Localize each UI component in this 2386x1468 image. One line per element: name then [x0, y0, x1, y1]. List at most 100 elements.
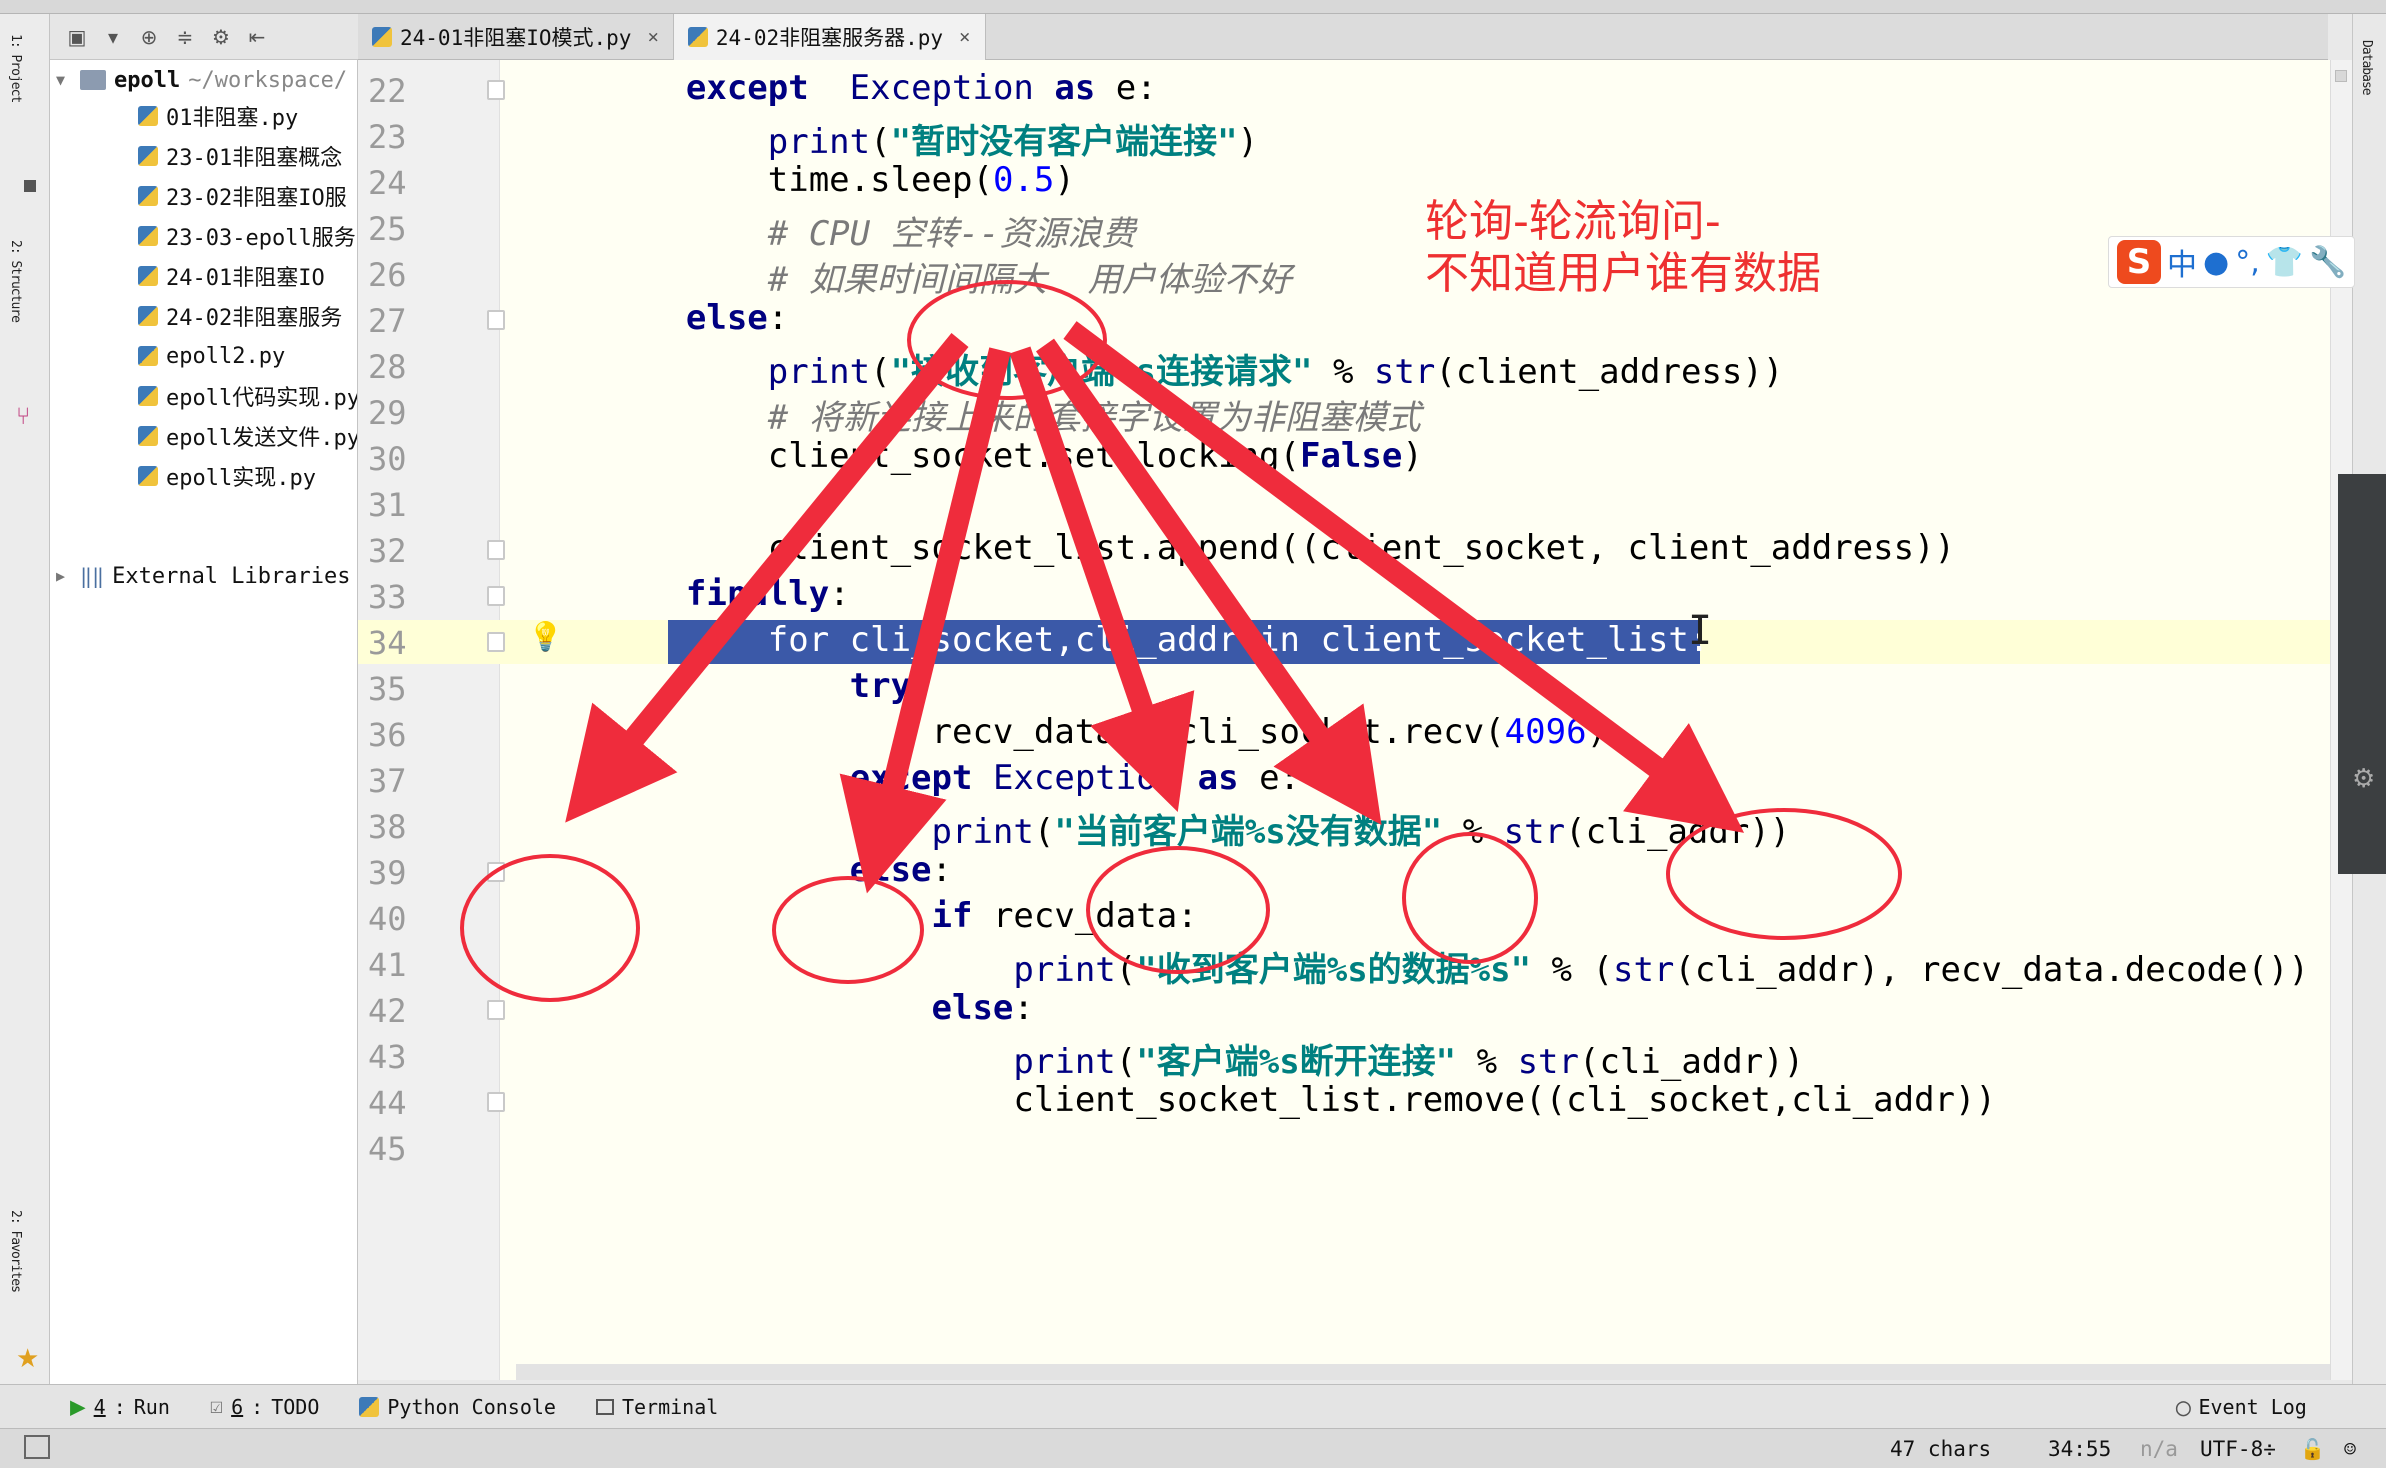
punctuation-icon[interactable]: °,	[2235, 245, 2260, 280]
code-token: except	[849, 758, 973, 798]
tree-file-item[interactable]: 24-02非阻塞服务	[138, 298, 342, 334]
annotation-text: 轮询-轮流询问- 不知道用户谁有数据	[1425, 196, 1821, 300]
horizontal-scrollbar[interactable]	[516, 1364, 2330, 1380]
line-number: 27	[368, 302, 407, 340]
line-number: 37	[368, 762, 407, 800]
fold-marker-icon[interactable]	[487, 632, 505, 652]
text-cursor-icon: I	[1688, 608, 1713, 654]
terminal-button[interactable]: Terminal	[595, 1394, 719, 1419]
gear-icon[interactable]: ⚙	[210, 26, 232, 48]
tree-file-item[interactable]: 24-01非阻塞IO	[138, 258, 325, 294]
file-name: 01非阻塞.py	[166, 106, 299, 131]
code-token: "收到客户端%s的数据%s"	[1136, 950, 1532, 990]
run-tool-button[interactable]: ▶ 4: Run	[70, 1392, 170, 1422]
external-label: External Libraries	[112, 563, 351, 589]
tree-file-item[interactable]: 01非阻塞.py	[138, 98, 298, 134]
code-line: recv_data = cli_socket.recv(4096)	[604, 712, 1608, 758]
code-line: print("接收到客户端%s连接请求" % str(client_addres…	[604, 344, 1784, 392]
line-number: 39	[368, 854, 407, 892]
fold-marker-icon[interactable]	[487, 310, 505, 330]
tab-file-2[interactable]: 24-02非阻塞服务器.py ×	[673, 14, 986, 60]
tree-file-item[interactable]: epoll实现.py	[138, 458, 316, 494]
expand-icon[interactable]: ▼	[56, 71, 72, 89]
code-line: client_socket_list.remove((cli_socket,cl…	[604, 1080, 1996, 1126]
terminal-label: Terminal	[621, 1394, 719, 1419]
settings-wrench-icon[interactable]: 🔧	[2309, 245, 2346, 280]
project-toolbar: ▣ ▾ ⊕ ≑ ⚙ ⇤	[50, 14, 358, 60]
library-icon: ‖‖	[80, 564, 105, 588]
fold-marker-icon[interactable]	[487, 540, 505, 560]
python-file-icon	[138, 186, 158, 206]
tree-external-libraries[interactable]: ▶ ‖‖ External Libraries	[56, 558, 351, 594]
code-line: else:	[604, 850, 952, 896]
chinese-mode-icon[interactable]: 中	[2167, 240, 2197, 284]
locate-icon[interactable]: ⊕	[138, 26, 160, 48]
code-token: str	[1503, 812, 1566, 852]
lightbulb-icon[interactable]: 💡	[528, 620, 563, 653]
file-encoding[interactable]: UTF-8÷	[2200, 1437, 2276, 1461]
fold-marker-icon[interactable]	[487, 1092, 505, 1112]
event-log-button[interactable]: ◯ Event Log	[2176, 1393, 2307, 1421]
fold-marker-icon[interactable]	[487, 80, 505, 100]
code-token: print	[931, 812, 1034, 852]
lock-icon[interactable]: 🔓	[2300, 1437, 2325, 1461]
python-file-icon	[138, 426, 158, 446]
code-line: client_socket_list.append((client_socket…	[604, 528, 1955, 574]
code-token: :	[1013, 988, 1034, 1028]
project-tool-label[interactable]: 1: Project	[8, 34, 23, 102]
dropdown-icon[interactable]: ▾	[102, 26, 124, 48]
half-width-icon[interactable]: ●	[2203, 245, 2229, 280]
status-toggle-icon[interactable]	[24, 1435, 50, 1459]
tree-file-item[interactable]: epoll发送文件.py	[138, 418, 357, 454]
code-token: % (	[1531, 950, 1613, 990]
run-icon: ▶	[70, 1391, 86, 1422]
python-console-button[interactable]: Python Console	[359, 1395, 556, 1419]
collapse-icon[interactable]	[24, 180, 36, 192]
code-token: print	[767, 122, 871, 162]
tree-file-item[interactable]: epoll2.py	[138, 338, 285, 374]
project-view-icon[interactable]: ▣	[66, 26, 88, 48]
tree-file-item[interactable]: epoll代码实现.py	[138, 378, 357, 414]
favorites-tool-label[interactable]: 2: Favorites	[8, 1210, 23, 1292]
expand-icon[interactable]: ▶	[56, 567, 72, 585]
fold-marker-icon[interactable]	[487, 862, 505, 882]
tree-file-item[interactable]: 23-03-epoll服务	[138, 218, 356, 254]
cursor-position[interactable]: 34:55	[2048, 1437, 2111, 1461]
code-token: :	[931, 850, 953, 890]
line-number: 29	[368, 394, 407, 432]
folder-icon	[80, 70, 106, 90]
tree-file-item[interactable]: 23-02非阻塞IO服	[138, 178, 347, 214]
skin-icon[interactable]: 👕	[2266, 245, 2303, 280]
code-token: # 如果时间间隔大 用户体验不好	[767, 260, 1292, 300]
todo-tool-button[interactable]: ☑ 6: TODO	[210, 1394, 320, 1419]
tab-file-1[interactable]: 24-01非阻塞IO模式.py ×	[358, 14, 674, 60]
gear-icon[interactable]: ⚙	[2352, 764, 2375, 794]
run-shortcut: 4	[93, 1394, 106, 1419]
hide-icon[interactable]: ⇤	[246, 26, 268, 48]
code-token: if	[931, 896, 973, 936]
close-icon[interactable]: ×	[647, 26, 658, 48]
fold-marker-icon[interactable]	[487, 586, 505, 606]
ime-toolbar[interactable]: S 中 ● °, 👕 🔧	[2108, 236, 2356, 288]
tree-root[interactable]: ▼ epoll ~/workspace/	[56, 62, 347, 98]
inspection-icon[interactable]	[2335, 70, 2347, 82]
inspector-icon[interactable]: ☺	[2344, 1437, 2356, 1461]
code-token: (	[870, 122, 891, 162]
code-line: except Exception as e:	[604, 758, 1300, 804]
code-token: (	[1115, 1042, 1137, 1082]
collapse-all-icon[interactable]: ≑	[174, 26, 196, 48]
close-icon[interactable]: ×	[959, 26, 970, 48]
fold-marker-icon[interactable]	[487, 1000, 505, 1020]
structure-tool-label[interactable]: 2: Structure	[8, 240, 23, 322]
database-tool-label[interactable]: Database	[2359, 40, 2374, 95]
annotation-line-2: 不知道用户谁有数据	[1425, 248, 1821, 299]
line-separator[interactable]: n/a	[2140, 1437, 2178, 1461]
tree-file-item[interactable]: 23-01非阻塞概念	[138, 138, 342, 174]
